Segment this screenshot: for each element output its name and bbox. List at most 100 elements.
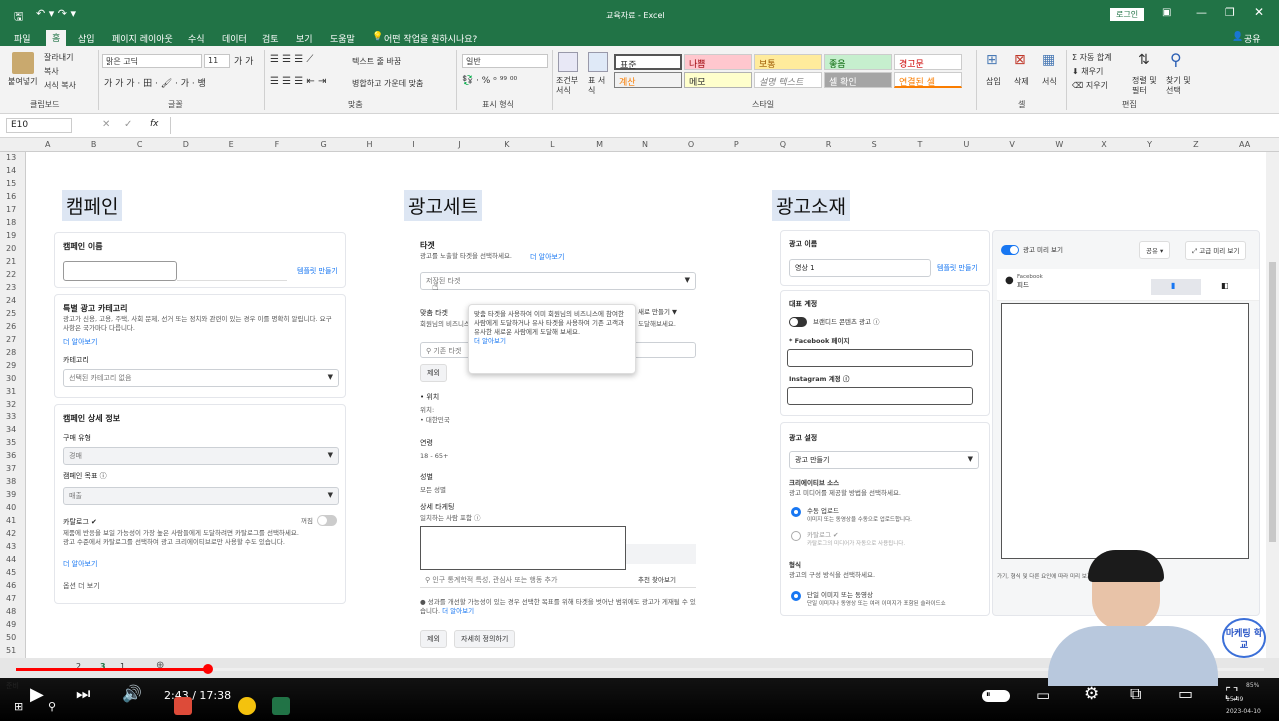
row-header[interactable]: 47: [6, 594, 16, 603]
row-header[interactable]: 21: [6, 257, 16, 266]
style-bad[interactable]: 나쁨: [684, 54, 752, 70]
chrome-taskbar-icon[interactable]: [174, 697, 192, 715]
catalog-radio[interactable]: [791, 531, 801, 541]
row-header[interactable]: 18: [6, 218, 16, 227]
style-memo[interactable]: 메모: [684, 72, 752, 88]
suggest-browse-links[interactable]: 추천 찾아보기: [638, 576, 676, 585]
tab-insert[interactable]: 삽입: [78, 32, 95, 45]
expand-learn-more-link[interactable]: 더 알아보기: [442, 607, 474, 615]
advanced-preview-button[interactable]: ⤢ 고급 미리 보기: [1185, 241, 1247, 260]
column-header[interactable]: N: [642, 140, 648, 149]
cut-button[interactable]: 잘라내기: [44, 52, 73, 63]
tab-home[interactable]: 홈: [46, 30, 67, 46]
row-header[interactable]: 23: [6, 283, 16, 292]
align-left-icon[interactable]: ☰ ☰ ☰ ⇤ ⇥: [270, 76, 326, 87]
subtitles-icon[interactable]: ▭: [1036, 686, 1050, 704]
column-header[interactable]: E: [229, 140, 234, 149]
row-header[interactable]: 48: [6, 607, 16, 616]
table-format-button[interactable]: 표 서식: [588, 76, 608, 96]
preview-toggle[interactable]: [1001, 245, 1019, 255]
row-header[interactable]: 35: [6, 438, 16, 447]
column-header[interactable]: R: [826, 140, 832, 149]
view-mode-tab-active[interactable]: ▮: [1151, 279, 1201, 295]
column-header[interactable]: C: [137, 140, 143, 149]
wrap-text-button[interactable]: 텍스트 줄 바꿈: [352, 56, 401, 67]
column-header[interactable]: O: [688, 140, 694, 149]
row-header[interactable]: 34: [6, 425, 16, 434]
format-cells-button[interactable]: 서식: [1042, 76, 1057, 87]
grow-font-icon[interactable]: 가 가: [234, 54, 253, 67]
row-header[interactable]: 38: [6, 477, 16, 486]
tab-file[interactable]: 파일: [14, 32, 31, 45]
taskbar-search-icon[interactable]: ⚲: [48, 700, 56, 713]
format-cells-icon[interactable]: ▦: [1042, 52, 1055, 68]
tab-view[interactable]: 보기: [296, 32, 313, 45]
font-name-select[interactable]: 맑은 고딕: [102, 54, 202, 68]
saved-audience-select[interactable]: 저장된 타겟 ▼: [420, 272, 696, 290]
column-header[interactable]: V: [1009, 140, 1014, 149]
row-header[interactable]: 40: [6, 503, 16, 512]
row-header[interactable]: 51: [6, 646, 16, 655]
name-box[interactable]: E10: [6, 118, 72, 133]
row-header[interactable]: 39: [6, 490, 16, 499]
autoplay-toggle[interactable]: ⏸: [982, 690, 1010, 702]
tab-help[interactable]: 도움말: [330, 32, 355, 45]
row-header[interactable]: 27: [6, 335, 16, 344]
row-header[interactable]: 16: [6, 192, 16, 201]
tab-review[interactable]: 검토: [262, 32, 279, 45]
table-format-icon[interactable]: [588, 52, 608, 72]
buy-type-select[interactable]: 경매 ▼: [63, 447, 339, 465]
copy-button[interactable]: 복사: [44, 66, 59, 77]
settings-gear-icon[interactable]: ⚙: [1084, 684, 1099, 704]
tooltip-learn-more-link[interactable]: 더 알아보기: [474, 337, 506, 345]
conditional-format-button[interactable]: 조건부 서식: [556, 76, 580, 96]
row-header[interactable]: 28: [6, 348, 16, 357]
row-header[interactable]: 19: [6, 231, 16, 240]
delete-cells-icon[interactable]: ⊠: [1014, 52, 1026, 68]
row-header[interactable]: 50: [6, 633, 16, 642]
volume-icon[interactable]: 🔊: [122, 684, 142, 703]
column-header[interactable]: M: [596, 140, 603, 149]
more-options-link[interactable]: 옵션 더 보기: [63, 581, 100, 591]
row-header[interactable]: 41: [6, 516, 16, 525]
close-icon[interactable]: ✕: [1254, 5, 1264, 19]
row-header[interactable]: 17: [6, 205, 16, 214]
row-header[interactable]: 31: [6, 387, 16, 396]
clear-button[interactable]: ⌫ 지우기: [1072, 80, 1108, 91]
column-header[interactable]: F: [275, 140, 280, 149]
align-top-icon[interactable]: ☰ ☰ ☰ ⟋: [270, 54, 313, 65]
narrow-button[interactable]: 자세히 정의하기: [454, 630, 516, 648]
browse-link[interactable]: 찾아보기: [652, 576, 676, 584]
row-header[interactable]: 15: [6, 179, 16, 188]
column-header[interactable]: G: [321, 140, 327, 149]
format-painter-button[interactable]: 서식 복사: [44, 80, 76, 91]
miniplayer-icon[interactable]: ⧉: [1130, 684, 1141, 704]
column-header[interactable]: U: [963, 140, 969, 149]
row-header[interactable]: 36: [6, 451, 16, 460]
share-button[interactable]: 공유: [1244, 32, 1261, 45]
special-learn-more-link[interactable]: 더 알아보기: [63, 337, 97, 347]
column-header[interactable]: Z: [1193, 140, 1198, 149]
column-header[interactable]: J: [458, 140, 460, 149]
row-header[interactable]: 43: [6, 542, 16, 551]
ad-setup-select[interactable]: 광고 만들기 ▼: [789, 451, 979, 469]
fill-button[interactable]: ⬇ 채우기: [1072, 66, 1103, 77]
paste-icon[interactable]: [12, 52, 34, 74]
autosum-button[interactable]: Σ 자동 합계: [1072, 52, 1112, 63]
row-header[interactable]: 32: [6, 400, 16, 409]
currency-percent-icon[interactable]: 💱 · % ᵒ ⁹⁹ ⁰⁰: [462, 76, 517, 86]
column-header[interactable]: AA: [1239, 140, 1250, 149]
app-taskbar-icon[interactable]: [238, 697, 256, 715]
style-normal[interactable]: 표준: [614, 54, 682, 71]
row-header[interactable]: 30: [6, 374, 16, 383]
play-icon[interactable]: ▶: [30, 684, 44, 705]
style-neutral[interactable]: 보통: [754, 54, 822, 70]
style-explain[interactable]: 설명 텍스트: [754, 72, 822, 88]
ribbon-display-icon[interactable]: ▣: [1162, 7, 1171, 18]
catalog-toggle[interactable]: [317, 515, 337, 526]
tell-me-search[interactable]: 어떤 작업을 원하시나요?: [384, 32, 477, 45]
row-header[interactable]: 44: [6, 555, 16, 564]
row-header[interactable]: 20: [6, 244, 16, 253]
style-calc[interactable]: 계산: [614, 72, 682, 88]
column-header[interactable]: Q: [780, 140, 786, 149]
